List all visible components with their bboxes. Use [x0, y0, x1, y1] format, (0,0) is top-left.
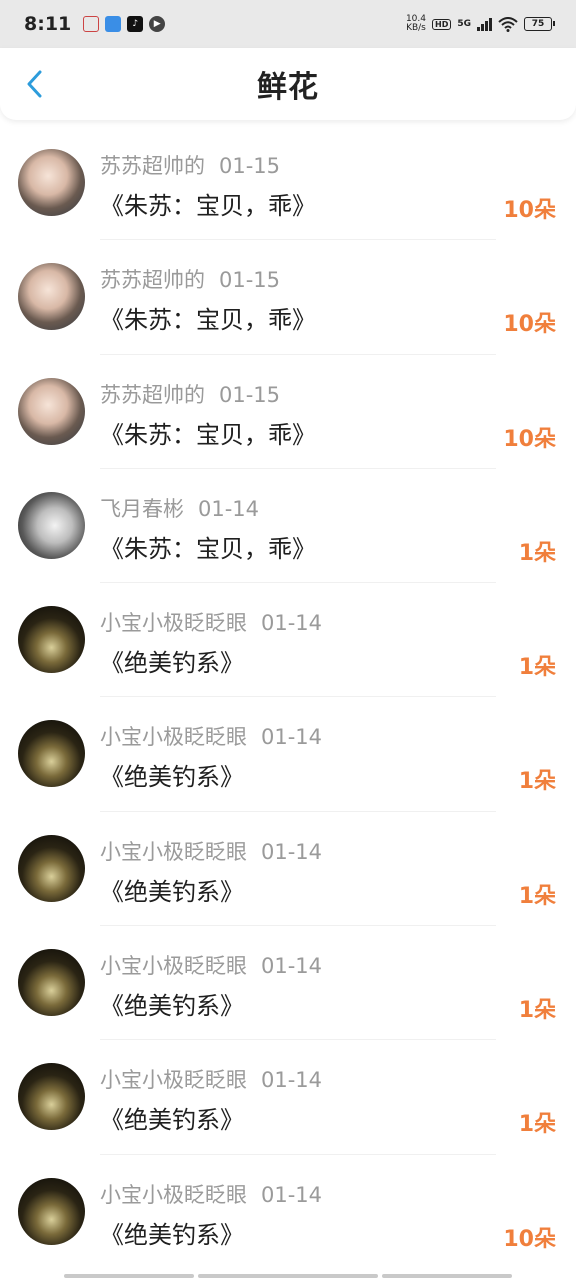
signal-icon: [477, 17, 492, 31]
record-meta: 小宝小极眨眨眼 01-14: [100, 950, 322, 980]
record-meta: 小宝小极眨眨眼 01-14: [100, 607, 322, 637]
avatar[interactable]: [18, 377, 85, 445]
record-date: 01-14: [261, 1068, 323, 1093]
flower-count: 1朵: [518, 540, 556, 566]
list-item[interactable]: 小宝小极眨眨眼 01-14 《绝美钓系》 1朵: [0, 583, 576, 698]
flower-count: 10朵: [503, 312, 556, 338]
flower-count: 10朵: [503, 426, 556, 452]
work-title: 《绝美钓系》: [100, 1220, 244, 1249]
sender-name: 苏苏超帅的: [100, 154, 205, 178]
sender-name: 小宝小极眨眨眼: [100, 839, 247, 864]
flower-count: 1朵: [518, 1112, 556, 1138]
record-date: 01-14: [261, 611, 323, 636]
play-app-icon: ▶: [149, 16, 166, 32]
work-title: 《绝美钓系》: [100, 992, 244, 1021]
record-meta: 小宝小极眨眨眼 01-14: [100, 836, 322, 866]
work-title: 《绝美钓系》: [100, 763, 244, 792]
record-meta: 飞月春彬 01-14: [100, 493, 259, 523]
avatar[interactable]: [18, 1063, 85, 1131]
avatar[interactable]: [18, 606, 85, 674]
sender-name: 小宝小极眨眨眼: [100, 1068, 247, 1093]
record-date: 01-14: [261, 954, 323, 979]
wifi-icon: [498, 16, 518, 32]
flower-count: 1朵: [518, 883, 556, 909]
sender-name: 苏苏超帅的: [100, 382, 205, 407]
record-date: 01-14: [261, 839, 323, 864]
list-item[interactable]: 苏苏超帅的 01-15 《朱苏：宝贝，乖》 10朵: [0, 355, 576, 469]
status-indicators: 10.4 KB/s HD 5G 75: [405, 14, 555, 33]
sender-name: 苏苏超帅的: [100, 268, 205, 293]
work-title: 《绝美钓系》: [100, 649, 244, 678]
avatar[interactable]: [18, 834, 85, 902]
work-title: 《绝美钓系》: [100, 877, 244, 906]
flower-count: 1朵: [518, 998, 556, 1024]
flower-record-list: 苏苏超帅的 01-15 《朱苏：宝贝，乖》 10朵 苏苏超帅的 01-15 《朱苏：…: [0, 126, 576, 1269]
list-item[interactable]: 小宝小极眨眨眼 01-14 《绝美钓系》 1朵: [0, 697, 576, 812]
record-date: 01-14: [261, 725, 323, 750]
tiktok-app-icon: ♪: [127, 16, 144, 32]
avatar[interactable]: [18, 949, 85, 1017]
work-title: 《朱苏：宝贝，乖》: [100, 192, 316, 220]
flower-count: 1朵: [518, 769, 556, 795]
work-title: 《朱苏：宝贝，乖》: [100, 306, 316, 335]
status-time: 8:11: [24, 13, 72, 35]
home-indicator: [64, 1274, 512, 1278]
record-meta: 小宝小极眨眨眼 01-14: [100, 1179, 322, 1209]
sender-name: 小宝小极眨眨眼: [100, 725, 247, 750]
record-date: 01-14: [261, 1182, 323, 1207]
avatar[interactable]: [18, 720, 85, 788]
browser-app-icon: [105, 16, 122, 32]
navigation-bar: 鲜花: [0, 48, 576, 120]
list-item[interactable]: 苏苏超帅的 01-15 《朱苏：宝贝，乖》 10朵: [0, 126, 576, 241]
avatar[interactable]: [18, 491, 85, 559]
back-button[interactable]: [16, 66, 52, 102]
sender-name: 小宝小极眨眨眼: [100, 611, 247, 636]
work-title: 《朱苏：宝贝，乖》: [100, 420, 316, 449]
flower-count: 10朵: [503, 198, 556, 223]
list-item[interactable]: 苏苏超帅的 01-15 《朱苏：宝贝，乖》 10朵: [0, 240, 576, 355]
work-title: 《绝美钓系》: [100, 1106, 244, 1135]
network-type: 5G: [457, 19, 471, 29]
sender-name: 小宝小极眨眨眼: [100, 1182, 247, 1207]
list-item[interactable]: 小宝小极眨眨眼 01-14 《绝美钓系》 10朵: [0, 1155, 576, 1269]
flower-count: 1朵: [518, 655, 556, 681]
battery-icon: 75: [524, 17, 555, 31]
sender-name: 小宝小极眨眨眼: [100, 954, 247, 979]
record-date: 01-15: [219, 382, 281, 407]
avatar[interactable]: [18, 263, 85, 331]
status-bar: 8:11 ♪ ▶ 10.4 KB/s HD 5G 75: [0, 0, 576, 48]
list-item[interactable]: 小宝小极眨眨眼 01-14 《绝美钓系》 1朵: [0, 1040, 576, 1155]
record-meta: 小宝小极眨眨眼 01-14: [100, 721, 322, 751]
record-date: 01-14: [198, 496, 260, 521]
list-item[interactable]: 小宝小极眨眨眼 01-14 《绝美钓系》 1朵: [0, 926, 576, 1041]
list-item[interactable]: 小宝小极眨眨眼 01-14 《绝美钓系》 1朵: [0, 812, 576, 927]
record-meta: 苏苏超帅的 01-15: [100, 264, 280, 294]
calendar-app-icon: [83, 16, 100, 32]
record-date: 01-15: [219, 268, 281, 293]
network-speed: 10.4 KB/s: [405, 14, 426, 33]
flower-count: 10朵: [503, 1226, 556, 1252]
sender-name: 飞月春彬: [100, 496, 184, 521]
work-title: 《朱苏：宝贝，乖》: [100, 534, 316, 563]
hd-icon: HD: [432, 18, 452, 30]
record-meta: 苏苏超帅的 01-15: [100, 379, 280, 409]
list-item[interactable]: 飞月春彬 01-14 《朱苏：宝贝，乖》 1朵: [0, 469, 576, 584]
record-meta: 小宝小极眨眨眼 01-14: [100, 1064, 322, 1094]
avatar[interactable]: [18, 149, 85, 216]
chevron-left-icon: [27, 70, 42, 98]
avatar[interactable]: [18, 1177, 85, 1245]
page-title: 鲜花: [257, 70, 319, 105]
record-meta: 苏苏超帅的 01-15: [100, 150, 280, 180]
record-date: 01-15: [219, 154, 281, 178]
